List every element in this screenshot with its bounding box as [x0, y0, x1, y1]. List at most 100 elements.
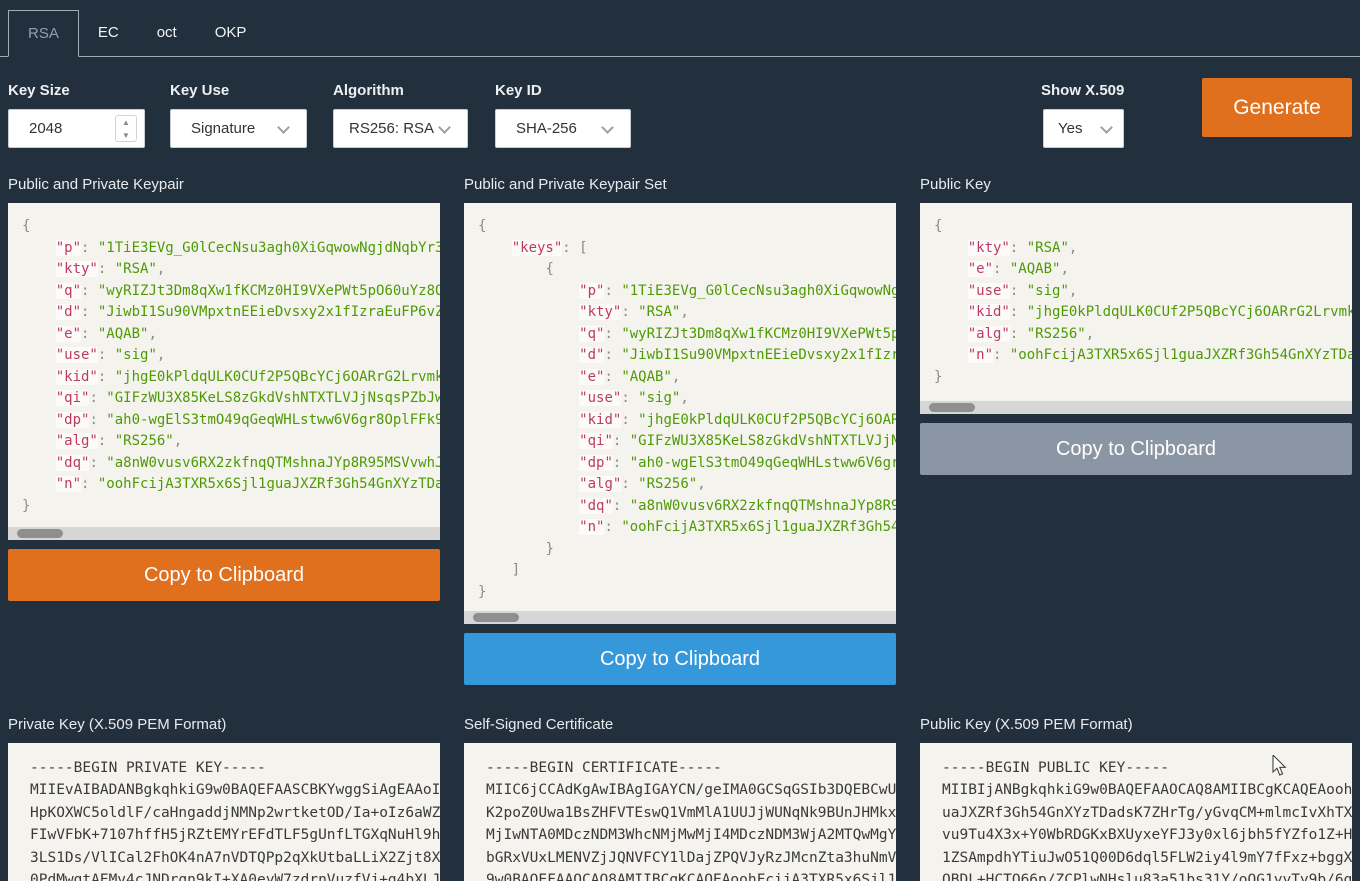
tab-okp[interactable]: OKP — [196, 10, 266, 57]
pem-line: MIIEvAIBADANBgkqhkiG9w0BAQEFAASCBKYwggSi… — [30, 779, 440, 801]
json-line: "qi": "GIFzWU3X85KeLS8zGkdVshNTXTLVJjNsq… — [478, 431, 896, 453]
pem-line: uaJXZRf3Gh54GnXYzTDadsK7ZHrTg/yGvqCM+mlm… — [942, 802, 1352, 824]
json-line: "dp": "ah0-wgElS3tmO49qGeqWHLstww6V6gr8O… — [22, 410, 440, 432]
horizontal-scrollbar[interactable] — [8, 527, 440, 540]
key-id-label: Key ID — [495, 82, 542, 99]
chevron-down-icon — [1100, 121, 1113, 134]
public-private-keypair-code-box: { "p": "1TiE3EVg_G0lCecNsu3agh0XiGqwowNg… — [8, 203, 440, 540]
chevron-down-icon — [438, 121, 451, 134]
json-line: "q": "wyRIZJt3Dm8qXw1fKCMz0HI9VXePWt5pO6… — [22, 281, 440, 303]
key-id-value: SHA-256 — [516, 110, 577, 147]
key-size-value: 2048 — [29, 110, 62, 147]
jwk-generator-app: RSAECoctOKP Key Size 2048 ▲▼ Key Use Sig… — [0, 0, 1360, 881]
pem-line: 0PdMwgtAEMv4cJNDrqn9kI+XA0eyW7zdrnVuzfVj… — [30, 869, 440, 881]
json-line: "alg": "RS256", — [22, 431, 440, 453]
pem-line: MIIC6jCCAdKgAwIBAgIGAYCN/geIMA0GCSqGSIb3… — [486, 779, 896, 801]
json-line: "qi": "GIFzWU3X85KeLS8zGkdVshNTXTLVJjNsq… — [22, 388, 440, 410]
json-line: "kid": "jhgE0kPldqULK0CUf2P5QBcYCj6OARrG… — [478, 410, 896, 432]
json-line: { — [478, 259, 896, 281]
json-line: "kid": "jhgE0kPldqULK0CUf2P5QBcYCj6OARrG… — [934, 302, 1352, 324]
json-line: "d": "JiwbI1Su90VMpxtnEEieDvsxy2x1fIzraE… — [22, 302, 440, 324]
private-key-pem-panel: Private Key (X.509 PEM Format)-----BEGIN… — [8, 717, 440, 881]
json-line: "e": "AQAB", — [22, 324, 440, 346]
public-key-pem-title: Public Key (X.509 PEM Format) — [920, 717, 1352, 733]
pem-line: QBDL+HCTQ66p/ZCPlwNHslu83a51bs31Y/oOG1yy… — [942, 869, 1352, 881]
public-key-title: Public Key — [920, 177, 1352, 193]
json-line: ] — [478, 560, 896, 582]
json-line: } — [478, 539, 896, 561]
chevron-down-icon — [277, 121, 290, 134]
json-line: "d": "JiwbI1Su90VMpxtnEEieDvsxy2x1fIzraE… — [478, 345, 896, 367]
pem-line: K2poZ0Uwa1BsZHFVTEswQ1VmMlA1UUJjWUNqNk9B… — [486, 802, 896, 824]
key-use-label: Key Use — [170, 82, 229, 99]
public-private-keypair-title: Public and Private Keypair — [8, 177, 440, 193]
public-private-keypair-set-title: Public and Private Keypair Set — [464, 177, 896, 193]
tab-oct[interactable]: oct — [138, 10, 196, 57]
number-stepper-icon[interactable]: ▲▼ — [115, 115, 137, 142]
pem-line: FIwVFbK+7107hffH5jRZtEMYrEFdTLF5gUnfLTGX… — [30, 824, 440, 846]
json-line: "dq": "a8nW0vusv6RX2zkfnqQTMshnaJYp8R95M… — [22, 453, 440, 475]
json-line: "p": "1TiE3EVg_G0lCecNsu3agh0XiGqwowNgjd… — [22, 238, 440, 260]
json-line: "e": "AQAB", — [478, 367, 896, 389]
json-line: "use": "sig", — [934, 281, 1352, 303]
json-line: "kty": "RSA", — [934, 238, 1352, 260]
json-line: "p": "1TiE3EVg_G0lCecNsu3agh0XiGqwowNgjd… — [478, 281, 896, 303]
json-line: { — [478, 216, 896, 238]
json-line: "dq": "a8nW0vusv6RX2zkfnqQTMshnaJYp8R95M… — [478, 496, 896, 518]
tab-ec[interactable]: EC — [79, 10, 138, 57]
generate-button[interactable]: Generate — [1202, 78, 1352, 137]
tab-rsa[interactable]: RSA — [8, 10, 79, 57]
self-signed-certificate-box: -----BEGIN CERTIFICATE-----MIIC6jCCAdKgA… — [464, 743, 896, 881]
json-line: "n": "oohFcijA3TXR5x6Sjl1guaJXZRf3Gh54Gn… — [478, 517, 896, 539]
horizontal-scrollbar[interactable] — [464, 611, 896, 624]
json-line: } — [934, 367, 1352, 389]
pem-line: HpKOXWC5oldlF/caHngaddjNMNp2wrtketOD/Ia+… — [30, 802, 440, 824]
algorithm-select[interactable]: RS256: RSA — [333, 109, 468, 148]
public-key-pem-panel: Public Key (X.509 PEM Format) -----BEGIN … — [920, 717, 1352, 881]
public-key-copy-button[interactable]: Copy to Clipboard — [920, 423, 1352, 475]
json-line: "kty": "RSA", — [22, 259, 440, 281]
json-line: "e": "AQAB", — [934, 259, 1352, 281]
public-private-keypair-json: { "p": "1TiE3EVg_G0lCecNsu3agh0XiGqwowNg… — [8, 203, 440, 517]
pem-line: 9w0BAQEFAAOCAQ8AMIIBCgKCAQEAoohFcijA3TXR… — [486, 869, 896, 881]
self-signed-certificate-title: Self-Signed Certificate — [464, 717, 896, 733]
pem-line: bGRxVUxLMENVZjJQNVFCY1lDajZPQVJyRzJMcnZt… — [486, 847, 896, 869]
public-private-keypair-set-panel: Public and Private Keypair Set { "keys": … — [464, 177, 896, 685]
pem-line: vu9Tu4X3x+Y0WbRDGKxBXUyxeYFJ3y0xl6jbh5fY… — [942, 824, 1352, 846]
private-key-pem-box: -----BEGIN PRIVATE KEY-----MIIEvAIBADANB… — [8, 743, 440, 881]
json-line: "n": "oohFcijA3TXR5x6Sjl1guaJXZRf3Gh54Gn… — [934, 345, 1352, 367]
key-id-select[interactable]: SHA-256 — [495, 109, 631, 148]
json-line: "keys": [ — [478, 238, 896, 260]
scrollbar-thumb[interactable] — [929, 403, 975, 412]
public-private-keypair-set-json: { "keys": [ { "p": "1TiE3EVg_G0lCecNsu3a… — [464, 203, 896, 603]
key-use-value: Signature — [191, 110, 255, 147]
pem-line: -----BEGIN PUBLIC KEY----- — [942, 757, 1352, 779]
json-line: } — [22, 496, 440, 518]
horizontal-scrollbar[interactable] — [920, 401, 1352, 414]
json-line: "dp": "ah0-wgElS3tmO49qGeqWHLstww6V6gr8O… — [478, 453, 896, 475]
public-private-keypair-set-copy-button[interactable]: Copy to Clipboard — [464, 633, 896, 685]
chevron-down-icon — [601, 121, 614, 134]
public-key-code-box: { "kty": "RSA", "e": "AQAB", "use": "sig… — [920, 203, 1352, 414]
pem-line: 3LS1Ds/VlICal2FhOK4nA7nVDTQPp2qXkUtbaLLi… — [30, 847, 440, 869]
scrollbar-thumb[interactable] — [473, 613, 519, 622]
pem-line: -----BEGIN CERTIFICATE----- — [486, 757, 896, 779]
key-use-select[interactable]: Signature — [170, 109, 307, 148]
json-line: { — [934, 216, 1352, 238]
algorithm-value: RS256: RSA — [349, 110, 434, 147]
json-line: "alg": "RS256", — [934, 324, 1352, 346]
mouse-cursor — [1272, 755, 1290, 777]
algorithm-label: Algorithm — [333, 82, 404, 99]
show-x509-select[interactable]: Yes — [1043, 109, 1124, 148]
key-type-tab-bar: RSAECoctOKP — [0, 0, 1360, 57]
self-signed-certificate-panel: Self-Signed Certificate -----BEGIN CERTIF… — [464, 717, 896, 881]
key-size-input[interactable]: 2048 ▲▼ — [8, 109, 145, 148]
scrollbar-thumb[interactable] — [17, 529, 63, 538]
self-signed-certificate-text: -----BEGIN CERTIFICATE-----MIIC6jCCAdKgA… — [464, 743, 896, 881]
json-line: "n": "oohFcijA3TXR5x6Sjl1guaJXZRf3Gh54Gn… — [22, 474, 440, 496]
json-line: "alg": "RS256", — [478, 474, 896, 496]
public-key-panel: Public Key { "kty": "RSA", "e": "AQAB", "… — [920, 177, 1352, 475]
private-key-pem-text: -----BEGIN PRIVATE KEY-----MIIEvAIBADANB… — [8, 743, 440, 881]
pem-line: -----BEGIN PRIVATE KEY----- — [30, 757, 440, 779]
public-private-keypair-copy-button[interactable]: Copy to Clipboard — [8, 549, 440, 601]
